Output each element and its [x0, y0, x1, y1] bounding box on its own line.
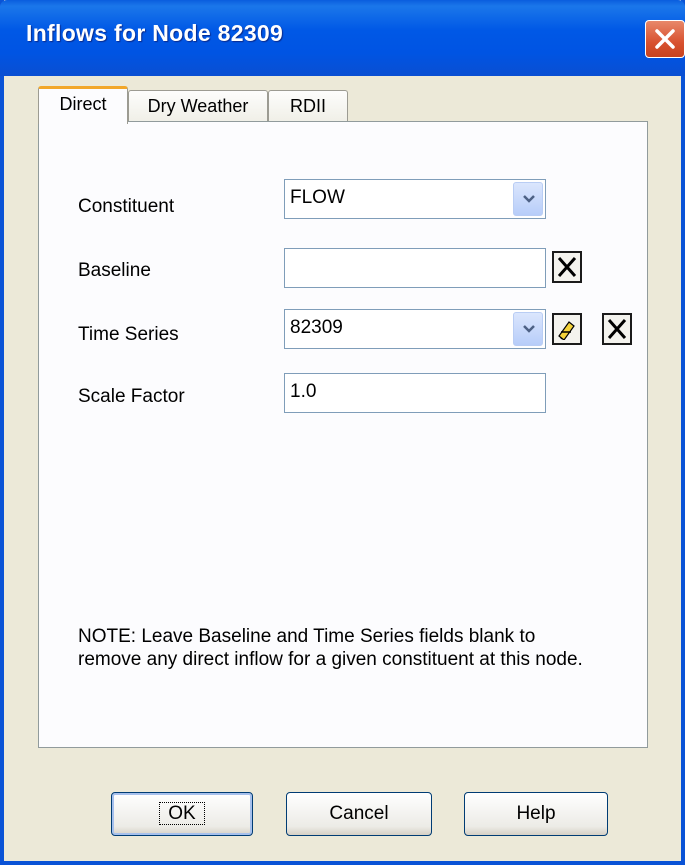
clear-baseline-button[interactable] [552, 251, 582, 283]
inflows-dialog: Inflows for Node 82309 Direct Dry Weathe… [0, 0, 685, 865]
pencil-edit-icon [558, 321, 575, 340]
constituent-dropdown-button[interactable] [513, 182, 543, 216]
baseline-input[interactable] [284, 248, 546, 288]
help-button-label: Help [516, 803, 556, 824]
scale-factor-value: 1.0 [290, 381, 317, 402]
time-series-dropdown-button[interactable] [513, 312, 543, 346]
tab-rdii[interactable]: RDII [268, 90, 348, 122]
x-clear-icon [557, 257, 577, 277]
x-clear-icon [607, 319, 627, 339]
tab-direct-label: Direct [59, 94, 107, 114]
time-series-select[interactable]: 82309 [284, 309, 546, 349]
edit-time-series-button[interactable] [552, 313, 582, 345]
time-series-value: 82309 [290, 317, 343, 338]
chevron-down-icon [523, 325, 535, 333]
close-icon [655, 29, 675, 49]
cancel-button-label: Cancel [329, 803, 389, 824]
scale-factor-input[interactable]: 1.0 [284, 373, 546, 413]
ok-button[interactable]: OK [111, 792, 253, 836]
tab-rdii-label: RDII [290, 96, 326, 116]
time-series-label: Time Series [78, 324, 179, 345]
window-title: Inflows for Node 82309 [26, 20, 284, 46]
tab-dry-weather[interactable]: Dry Weather [128, 90, 268, 122]
baseline-label: Baseline [78, 260, 151, 281]
clear-time-series-button[interactable] [602, 313, 632, 345]
chevron-down-icon [523, 195, 535, 203]
scale-factor-label: Scale Factor [78, 386, 185, 407]
note-text: NOTE: Leave Baseline and Time Series fie… [78, 626, 583, 670]
help-button[interactable]: Help [464, 792, 608, 836]
constituent-value: FLOW [290, 187, 345, 208]
close-button[interactable] [645, 20, 685, 58]
ok-button-label: OK [159, 802, 205, 825]
constituent-label: Constituent [78, 196, 175, 217]
tab-dry-weather-label: Dry Weather [147, 96, 249, 116]
cancel-button[interactable]: Cancel [286, 792, 432, 836]
title-bar[interactable]: Inflows for Node 82309 [0, 0, 685, 76]
constituent-select[interactable]: FLOW [284, 179, 546, 219]
tab-direct[interactable]: Direct [38, 86, 128, 124]
